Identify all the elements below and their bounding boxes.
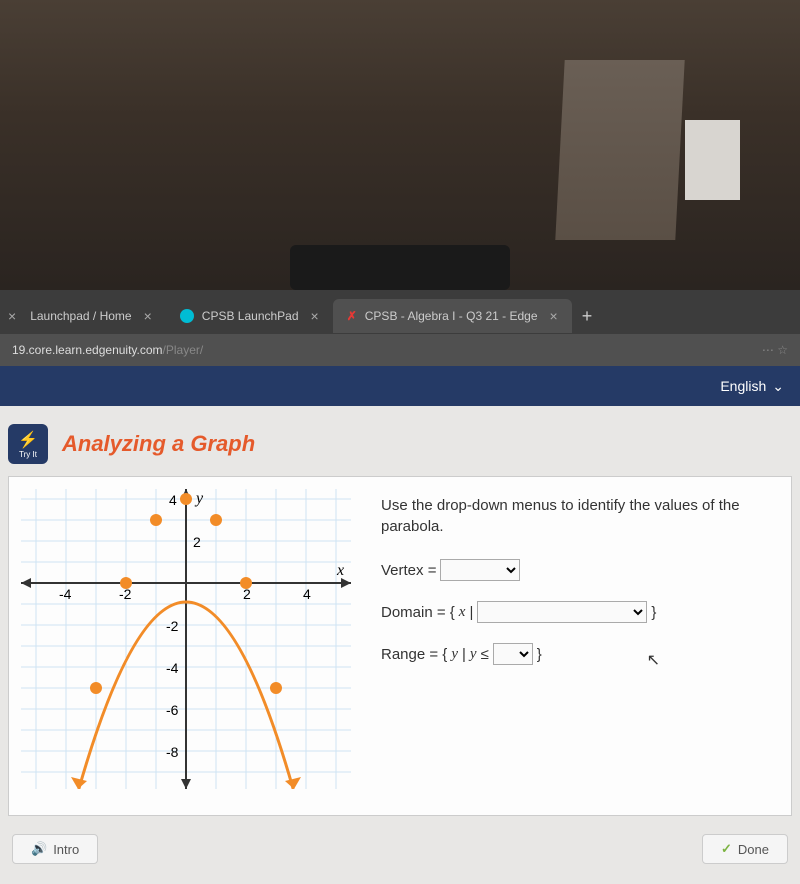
range-var: y	[451, 646, 458, 663]
svg-text:4: 4	[303, 586, 311, 602]
new-tab-button[interactable]: +	[572, 306, 603, 327]
tab-label: Launchpad / Home	[30, 309, 131, 323]
svg-text:-2: -2	[166, 618, 179, 634]
domain-suffix: }	[651, 604, 656, 621]
range-select[interactable]	[493, 643, 533, 665]
address-bar[interactable]: 19.core.learn.edgenuity.com/Player/ ⋯ ☆	[0, 334, 800, 366]
launchpad-icon	[180, 309, 194, 323]
language-selector[interactable]: English ⌄	[720, 378, 784, 395]
range-suffix: }	[537, 646, 542, 663]
url-host: 19.core.learn.edgenuity.com	[12, 343, 163, 357]
svg-text:-8: -8	[166, 744, 179, 760]
edgenuity-icon: ✗	[347, 309, 357, 323]
chevron-down-icon: ⌄	[772, 378, 784, 395]
badge-text: Try It	[19, 450, 37, 459]
close-icon[interactable]: ×	[550, 308, 558, 324]
content-area: ⚡ Try It Analyzing a Graph	[0, 406, 800, 884]
domain-row: Domain = {x| }	[381, 601, 779, 623]
intro-button[interactable]: 🔊 Intro	[12, 834, 98, 864]
domain-mid: |	[469, 604, 473, 621]
done-button[interactable]: ✓ Done	[702, 834, 788, 864]
svg-text:x: x	[336, 562, 344, 579]
domain-select[interactable]	[477, 601, 647, 623]
done-label: Done	[738, 842, 769, 857]
browser-menu-icon[interactable]: ⋯ ☆	[762, 343, 788, 357]
tab-label: CPSB LaunchPad	[202, 309, 299, 323]
tab-label: CPSB - Algebra I - Q3 21 - Edge	[365, 309, 538, 323]
url-path: /Player/	[163, 343, 204, 357]
footer-bar: 🔊 Intro ✓ Done	[8, 826, 792, 872]
vertex-label: Vertex =	[381, 562, 436, 579]
range-row: Range = {y| y ≤ }	[381, 643, 779, 665]
range-var2: y	[470, 646, 477, 663]
range-mid: |	[462, 646, 466, 663]
svg-text:-6: -6	[166, 702, 179, 718]
intro-label: Intro	[53, 842, 79, 857]
close-icon[interactable]: ×	[8, 308, 16, 324]
parabola-graph: y x -4 -2 2 4 2 4 -2 -4 -6 -8	[21, 489, 351, 789]
speaker-icon: 🔊	[31, 841, 47, 857]
close-icon[interactable]: ×	[311, 308, 319, 324]
activity-title: Analyzing a Graph	[62, 431, 255, 457]
close-icon[interactable]: ×	[144, 308, 152, 324]
app-top-bar: English ⌄	[0, 366, 800, 406]
instruction-text: Use the drop-down menus to identify the …	[381, 495, 779, 537]
svg-text:2: 2	[193, 534, 201, 550]
questions-panel: Use the drop-down menus to identify the …	[381, 489, 779, 803]
try-it-badge: ⚡ Try It	[8, 424, 48, 464]
domain-prefix: Domain = {	[381, 604, 455, 621]
svg-text:y: y	[194, 490, 204, 507]
language-label: English	[720, 378, 766, 394]
range-op: ≤	[481, 646, 489, 663]
tab-launchpad-home[interactable]: Launchpad / Home ×	[16, 299, 166, 333]
vertex-row: Vertex =	[381, 559, 779, 581]
svg-text:-4: -4	[59, 586, 72, 602]
vertex-select[interactable]	[440, 559, 520, 581]
activity-header: ⚡ Try It Analyzing a Graph	[8, 418, 792, 476]
svg-text:4: 4	[169, 492, 177, 508]
range-prefix: Range = {	[381, 646, 447, 663]
tab-cpsb-algebra[interactable]: ✗ CPSB - Algebra I - Q3 21 - Edge ×	[333, 299, 572, 333]
bolt-icon: ⚡	[18, 430, 38, 450]
svg-text:-4: -4	[166, 660, 179, 676]
domain-var: x	[459, 604, 466, 621]
check-icon: ✓	[721, 841, 732, 857]
browser-chrome: × Launchpad / Home × CPSB LaunchPad × ✗ …	[0, 290, 800, 366]
laptop-camera-notch	[290, 245, 510, 290]
main-panel: y x -4 -2 2 4 2 4 -2 -4 -6 -8	[8, 476, 792, 816]
tab-cpsb-launchpad[interactable]: CPSB LaunchPad ×	[166, 299, 333, 333]
cursor-icon: ↖	[647, 650, 660, 670]
browser-tabs: × Launchpad / Home × CPSB LaunchPad × ✗ …	[0, 298, 800, 334]
